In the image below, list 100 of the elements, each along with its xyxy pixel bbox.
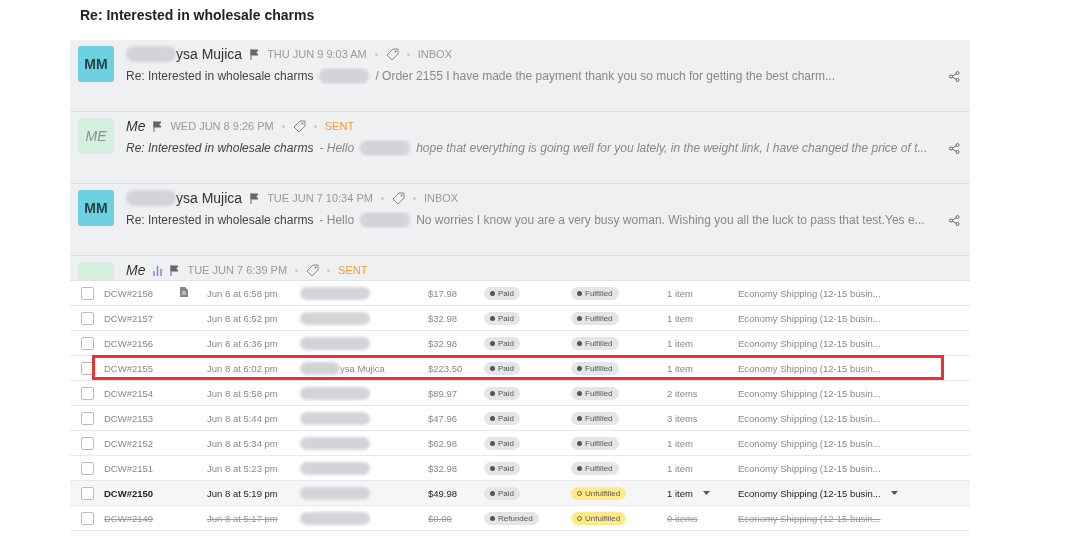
email-subject: Re: Interested in wholesale charms xyxy=(126,213,314,227)
flag-icon[interactable] xyxy=(250,192,260,204)
order-number[interactable]: DCW#2158 xyxy=(104,287,180,299)
sender-name: Me xyxy=(126,118,146,134)
order-date: Jun 8 at 5:58 pm xyxy=(207,387,279,399)
blurred-text xyxy=(300,386,370,400)
row-checkbox[interactable] xyxy=(81,411,94,425)
order-number[interactable]: DCW#2157 xyxy=(104,312,180,324)
fulfillment-status: Fulfilled xyxy=(571,411,619,425)
order-total: $0.00 xyxy=(428,512,453,524)
message-preview: hope that everything is going well for you lately, in the weight link, I have changed the price of t... xyxy=(416,141,928,155)
item-count: 3 items xyxy=(667,412,699,424)
sender-name: ysa Mujica xyxy=(176,46,243,62)
blurred-text xyxy=(360,140,411,156)
order-number[interactable]: DCW#2153 xyxy=(104,412,180,424)
blurred-text xyxy=(300,486,370,500)
order-number[interactable]: DCW#2155 xyxy=(104,362,180,374)
customer-name: ysa Mujica xyxy=(340,362,385,374)
avatar: ME xyxy=(78,118,114,154)
order-date: Jun 8 at 5:44 pm xyxy=(207,412,279,424)
shipping-method: Economy Shipping (12-15 busin... xyxy=(738,387,882,399)
order-number[interactable]: DCW#2150 xyxy=(104,487,180,499)
folder-label: SENT xyxy=(338,264,368,276)
flag-icon[interactable] xyxy=(153,120,163,132)
tag-icon[interactable] xyxy=(385,47,399,61)
email-date: TUE JUN 7 10:34 PM xyxy=(267,192,373,204)
blurred-text xyxy=(300,436,370,450)
order-date: Jun 8 at 6:02 pm xyxy=(207,362,279,374)
caret-icon xyxy=(702,491,710,495)
shipping-method: Economy Shipping (12-15 busin... xyxy=(738,437,882,449)
shipping-method: Economy Shipping (12-15 busin... xyxy=(738,362,882,374)
order-date: Jun 8 at 6:58 pm xyxy=(207,287,279,299)
row-checkbox[interactable] xyxy=(81,336,94,350)
item-count: 1 item xyxy=(667,287,694,299)
fulfillment-status: Fulfilled xyxy=(571,286,619,300)
item-count: 0 items xyxy=(667,512,699,524)
folder-label: INBOX xyxy=(417,48,452,60)
flag-icon[interactable] xyxy=(170,264,180,276)
payment-status: Paid xyxy=(484,311,520,325)
order-number[interactable]: DCW#2151 xyxy=(104,462,180,474)
avatar: MM xyxy=(78,190,114,226)
shipping-method: Economy Shipping (12-15 busin... xyxy=(738,312,882,324)
share-icon[interactable] xyxy=(949,70,960,82)
flag-icon[interactable] xyxy=(250,48,260,60)
order-number[interactable]: DCW#2156 xyxy=(104,337,180,349)
fulfillment-status: Fulfilled xyxy=(571,336,619,350)
row-checkbox[interactable] xyxy=(81,511,94,525)
order-date: Jun 8 at 6:52 pm xyxy=(207,312,279,324)
item-count[interactable]: 1 item xyxy=(667,487,693,499)
payment-status: Paid xyxy=(484,436,520,450)
fulfillment-status: Unfulfilled xyxy=(571,486,627,500)
row-checkbox[interactable] xyxy=(81,311,94,325)
order-date: Jun 8 at 6:36 pm xyxy=(207,337,279,349)
message-preview: No worries I know you are a very busy woman. Wishing you all the luck to pass that test.Yes e... xyxy=(416,213,925,227)
blurred-text xyxy=(360,212,411,228)
message-preview: - Hello xyxy=(319,213,355,227)
payment-status: Refunded xyxy=(484,511,539,525)
order-number[interactable]: DCW#2154 xyxy=(104,387,180,399)
shipping-method[interactable]: Economy Shipping (12-15 busin... xyxy=(738,487,881,499)
row-checkbox[interactable] xyxy=(81,286,94,300)
row-checkbox[interactable] xyxy=(81,361,94,375)
email-subject: Re: Interested in wholesale charms xyxy=(126,69,314,83)
blurred-text xyxy=(300,311,370,325)
payment-status: Paid xyxy=(484,461,520,475)
order-date: Jun 8 at 5:17 pm xyxy=(207,512,279,524)
order-number[interactable]: DCW#2149 xyxy=(104,512,180,524)
fulfillment-status: Fulfilled xyxy=(571,436,619,450)
thread-title: Re: Interested in wholesale charms xyxy=(79,6,316,25)
row-checkbox[interactable] xyxy=(81,436,94,450)
tag-icon[interactable] xyxy=(292,119,306,133)
payment-status: Paid xyxy=(484,286,520,300)
email-date: WED JUN 8 9:26 PM xyxy=(170,120,274,132)
avatar: MM xyxy=(78,46,114,82)
blurred-text xyxy=(126,190,176,206)
shipping-method: Economy Shipping (12-15 busin... xyxy=(738,337,882,349)
message-preview: / Order 2155 I have made the payment thank you so much for getting the best charm... xyxy=(375,69,836,83)
order-total: $17.98 xyxy=(428,287,459,299)
blurred-text xyxy=(300,286,370,300)
order-total: $32.98 xyxy=(428,312,459,324)
item-count: 1 item xyxy=(667,362,694,374)
blurred-text xyxy=(300,511,370,525)
shipping-method: Economy Shipping (12-15 busin... xyxy=(738,512,882,524)
order-number[interactable]: DCW#2152 xyxy=(104,437,180,449)
payment-status: Paid xyxy=(484,486,520,500)
order-total: $32.98 xyxy=(428,337,459,349)
row-checkbox[interactable] xyxy=(81,386,94,400)
tag-icon[interactable] xyxy=(391,191,405,205)
share-icon[interactable] xyxy=(949,214,960,226)
fulfillment-status: Unfulfilled xyxy=(571,511,627,525)
blurred-text xyxy=(300,361,340,375)
share-icon[interactable] xyxy=(949,142,960,154)
row-checkbox[interactable] xyxy=(81,461,94,475)
email-date: THU JUN 9 9:03 AM xyxy=(267,48,367,60)
tag-icon[interactable] xyxy=(306,263,320,277)
blurred-text xyxy=(300,461,370,475)
caret-icon xyxy=(890,491,898,495)
order-total: $62.98 xyxy=(428,437,459,449)
order-total: $47.96 xyxy=(428,412,459,424)
row-checkbox[interactable] xyxy=(81,486,94,500)
fulfillment-status: Fulfilled xyxy=(571,311,619,325)
